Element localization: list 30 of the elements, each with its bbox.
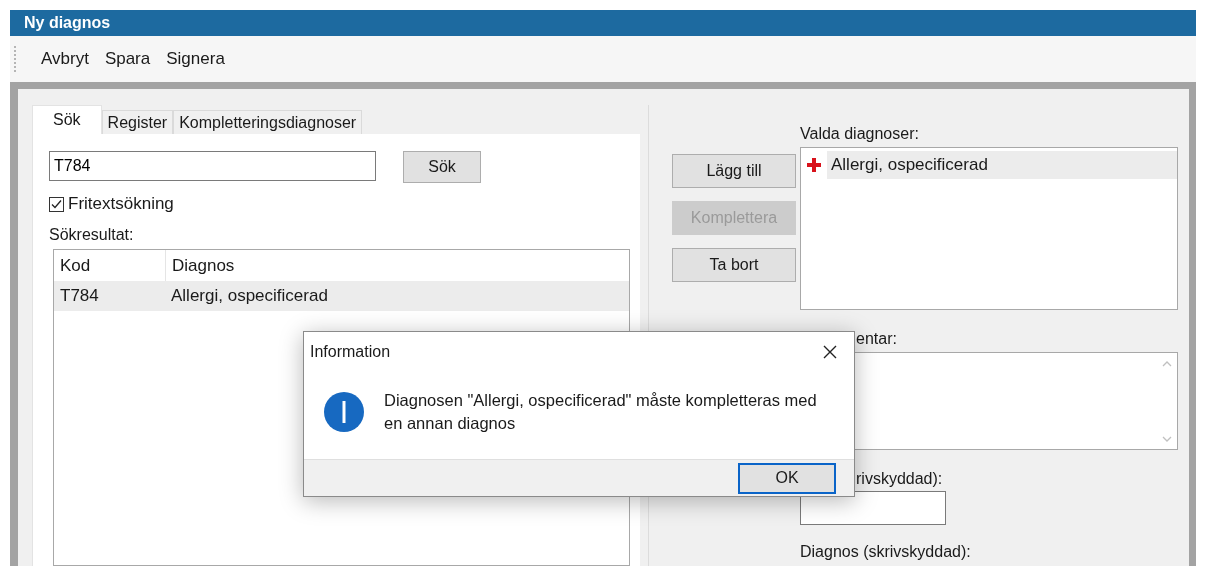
window-title: Ny diagnos	[24, 14, 111, 32]
search-field[interactable]: T784	[49, 151, 376, 181]
info-icon	[324, 391, 364, 432]
table-row[interactable]: T784 Allergi, ospecificerad	[54, 281, 629, 311]
toolbar-button[interactable]: Signera	[160, 47, 231, 71]
dialog-message: Diagnosen "Allergi, ospecificerad" måste kompletteras med en annan diagnos	[384, 389, 818, 434]
grip-icon	[14, 45, 17, 73]
tab[interactable]: Kompletteringsdiagnoser	[173, 110, 363, 134]
action-button[interactable]: Ta bort	[672, 248, 796, 282]
results-label: Sökresultat:	[49, 226, 135, 244]
checkbox-label: Fritextsökning	[68, 194, 174, 214]
readonly-diagnosis-label: Diagnos (skrivskyddad):	[800, 543, 972, 561]
ok-button[interactable]: OK	[738, 462, 836, 494]
checkbox[interactable]	[49, 196, 64, 212]
toolbar-button[interactable]: Spara	[98, 47, 157, 71]
search-button[interactable]: Sök	[403, 151, 481, 183]
toolbar-button[interactable]: Avbryt	[35, 47, 95, 71]
selected-diagnoses-label: Valda diagnoser:	[800, 125, 920, 143]
tab[interactable]: Sök	[32, 105, 102, 134]
close-icon[interactable]	[822, 344, 838, 360]
list-item[interactable]: Allergi, ospecificerad	[827, 151, 1177, 179]
tab[interactable]: Register	[101, 110, 174, 134]
table-cell-text: Allergi, ospecificerad	[170, 286, 328, 306]
readonly-field-label: rivskyddad):	[856, 470, 944, 488]
table-cell-text: T784	[59, 286, 100, 306]
cross-icon	[807, 158, 821, 172]
dialog-title: Information	[310, 343, 391, 361]
action-button[interactable]: Lägg till	[672, 154, 796, 188]
comment-label: entar:	[856, 330, 898, 348]
column-header[interactable]: Diagnos	[166, 250, 235, 281]
